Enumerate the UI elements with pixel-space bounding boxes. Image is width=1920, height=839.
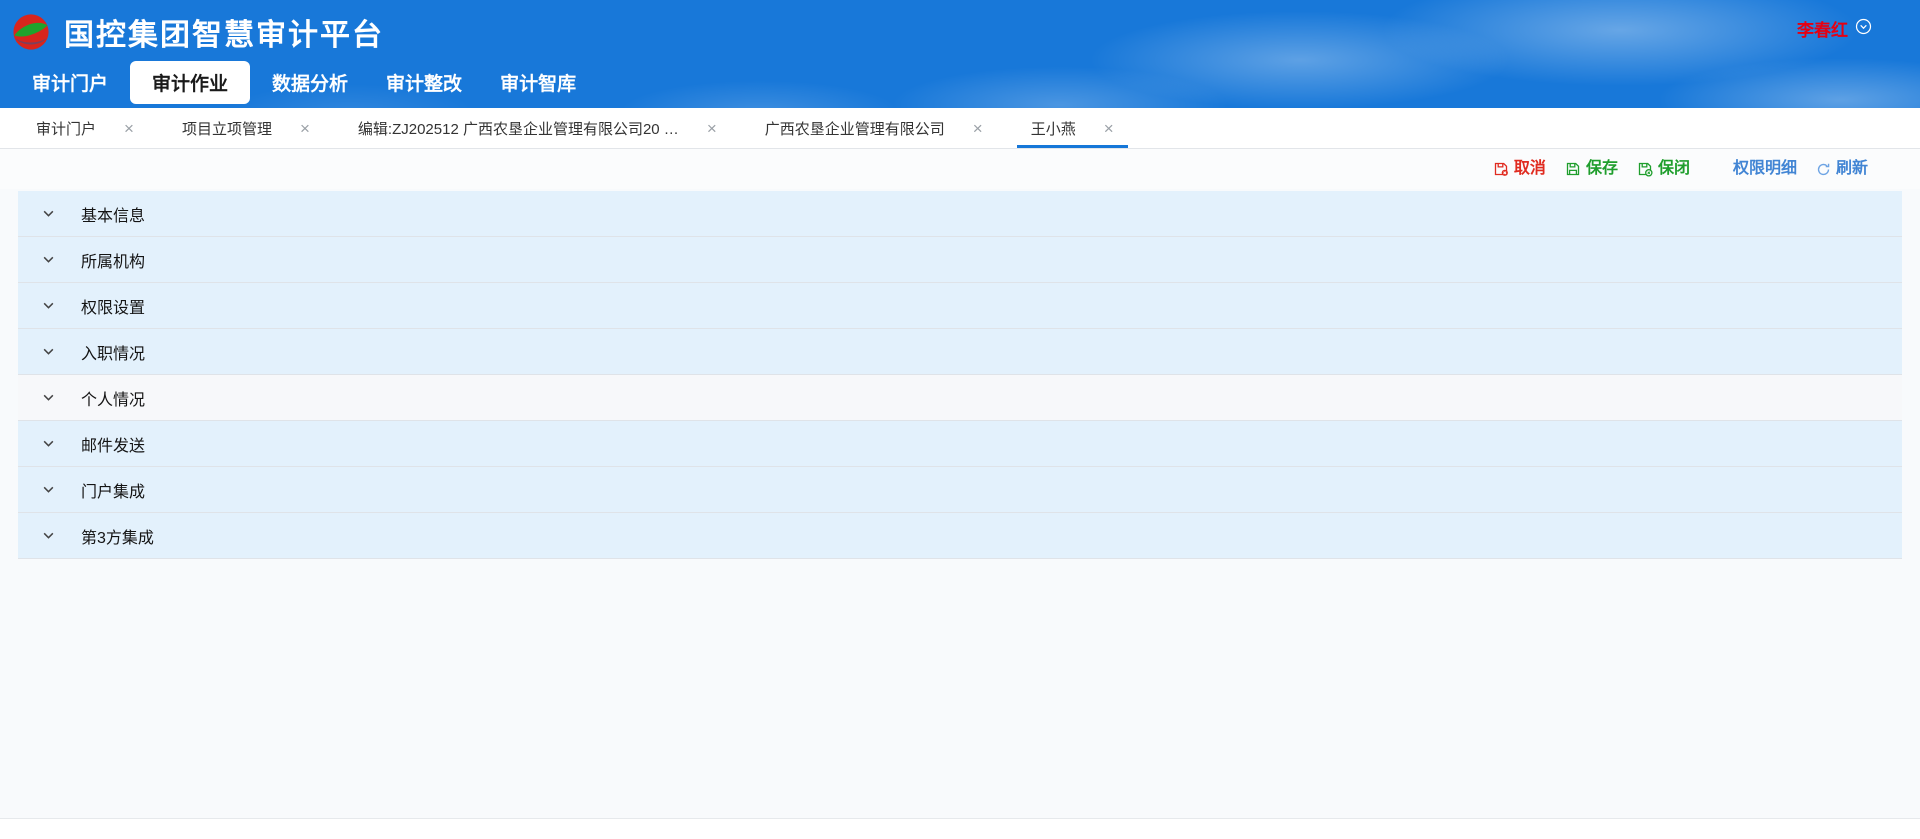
chevron-down-icon [42, 253, 55, 266]
chevron-down-icon [42, 483, 55, 496]
accordion-section-label: 所属机构 [81, 248, 145, 272]
main-nav: 审计门户 审计作业 数据分析 审计整改 审计智库 [0, 64, 1920, 108]
accordion-section-label: 入职情况 [81, 340, 145, 364]
tab-label[interactable]: 审计门户 [36, 118, 96, 139]
tab-label[interactable]: 编辑:ZJ202512 广西农垦企业管理有限公司20 … [358, 118, 679, 139]
accordion-section-label: 邮件发送 [81, 432, 145, 456]
tab-audit-portal[interactable]: 审计门户 × [12, 108, 158, 148]
tab-label[interactable]: 王小燕 [1031, 118, 1076, 139]
nav-item-audit-work[interactable]: 审计作业 [130, 61, 250, 104]
save-icon [1565, 161, 1581, 177]
chevron-down-icon [42, 299, 55, 312]
tab-wang-xiaoyan[interactable]: 王小燕 × [1007, 108, 1138, 148]
accordion-section-email[interactable]: 邮件发送 [18, 421, 1902, 467]
save-button[interactable]: 保存 [1565, 161, 1618, 177]
circle-chevron-down-icon[interactable] [1855, 18, 1872, 40]
tab-edit-zj202512[interactable]: 编辑:ZJ202512 广西农垦企业管理有限公司20 … × [334, 108, 741, 148]
title-row: 国控集团智慧审计平台 李春红 [0, 0, 1920, 64]
chevron-down-icon [42, 207, 55, 220]
app-header: 国控集团智慧审计平台 李春红 审计门户 审计作业 数据分析 审计整改 审计智库 [0, 0, 1920, 108]
cancel-button[interactable]: 取消 [1493, 161, 1546, 177]
form-toolbar: 取消 保存 保闭 权限 [0, 149, 1920, 189]
company-logo-icon [12, 13, 50, 51]
form-content: 基本信息 所属机构 权限设置 入职情况 [0, 189, 1920, 818]
chevron-down-icon [42, 345, 55, 358]
accordion-section-label: 权限设置 [81, 294, 145, 318]
save-cancel-icon [1493, 161, 1509, 177]
accordion-section-organization[interactable]: 所属机构 [18, 237, 1902, 283]
save-close-icon [1637, 161, 1653, 177]
chevron-down-icon [42, 391, 55, 404]
accordion-section-label: 基本信息 [81, 202, 145, 226]
app-window: 国控集团智慧审计平台 李春红 审计门户 审计作业 数据分析 审计整改 审计智库 … [0, 0, 1920, 819]
accordion-section-portal-integration[interactable]: 门户集成 [18, 467, 1902, 513]
close-icon[interactable]: × [124, 120, 134, 137]
page-bottom-margin [0, 819, 1920, 839]
document-tabbar: 审计门户 × 项目立项管理 × 编辑:ZJ202512 广西农垦企业管理有限公司… [0, 108, 1920, 149]
chevron-down-icon [42, 529, 55, 542]
accordion-section-third-party-integration[interactable]: 第3方集成 [18, 513, 1902, 559]
close-icon[interactable]: × [707, 120, 717, 137]
user-menu[interactable]: 李春红 [1797, 16, 1872, 41]
accordion: 基本信息 所属机构 权限设置 入职情况 [18, 191, 1902, 559]
chevron-down-icon [42, 437, 55, 450]
tab-label[interactable]: 项目立项管理 [182, 118, 272, 139]
accordion-section-label: 门户集成 [81, 478, 145, 502]
accordion-section-personal[interactable]: 个人情况 [18, 375, 1902, 421]
tab-label[interactable]: 广西农垦企业管理有限公司 [765, 118, 945, 139]
save-close-button[interactable]: 保闭 [1637, 161, 1690, 177]
close-icon[interactable]: × [1104, 120, 1114, 137]
user-name[interactable]: 李春红 [1797, 16, 1848, 41]
tab-project-approval-management[interactable]: 项目立项管理 × [158, 108, 334, 148]
nav-item-audit-rectification[interactable]: 审计整改 [370, 61, 478, 104]
close-icon[interactable]: × [973, 120, 983, 137]
tab-guangxi-nongken-company[interactable]: 广西农垦企业管理有限公司 × [741, 108, 1007, 148]
refresh-button[interactable]: 刷新 [1816, 161, 1868, 177]
accordion-section-permission-settings[interactable]: 权限设置 [18, 283, 1902, 329]
refresh-icon [1816, 162, 1831, 177]
accordion-section-employment[interactable]: 入职情况 [18, 329, 1902, 375]
close-icon[interactable]: × [300, 120, 310, 137]
accordion-section-label: 个人情况 [81, 386, 145, 410]
permission-detail-button[interactable]: 权限明细 [1733, 161, 1797, 177]
nav-item-audit-knowledge[interactable]: 审计智库 [484, 61, 592, 104]
accordion-section-label: 第3方集成 [81, 524, 154, 548]
app-title: 国控集团智慧审计平台 [64, 10, 384, 54]
nav-item-audit-portal[interactable]: 审计门户 [16, 61, 124, 104]
accordion-section-basic-info[interactable]: 基本信息 [18, 191, 1902, 237]
nav-item-data-analysis[interactable]: 数据分析 [256, 61, 364, 104]
